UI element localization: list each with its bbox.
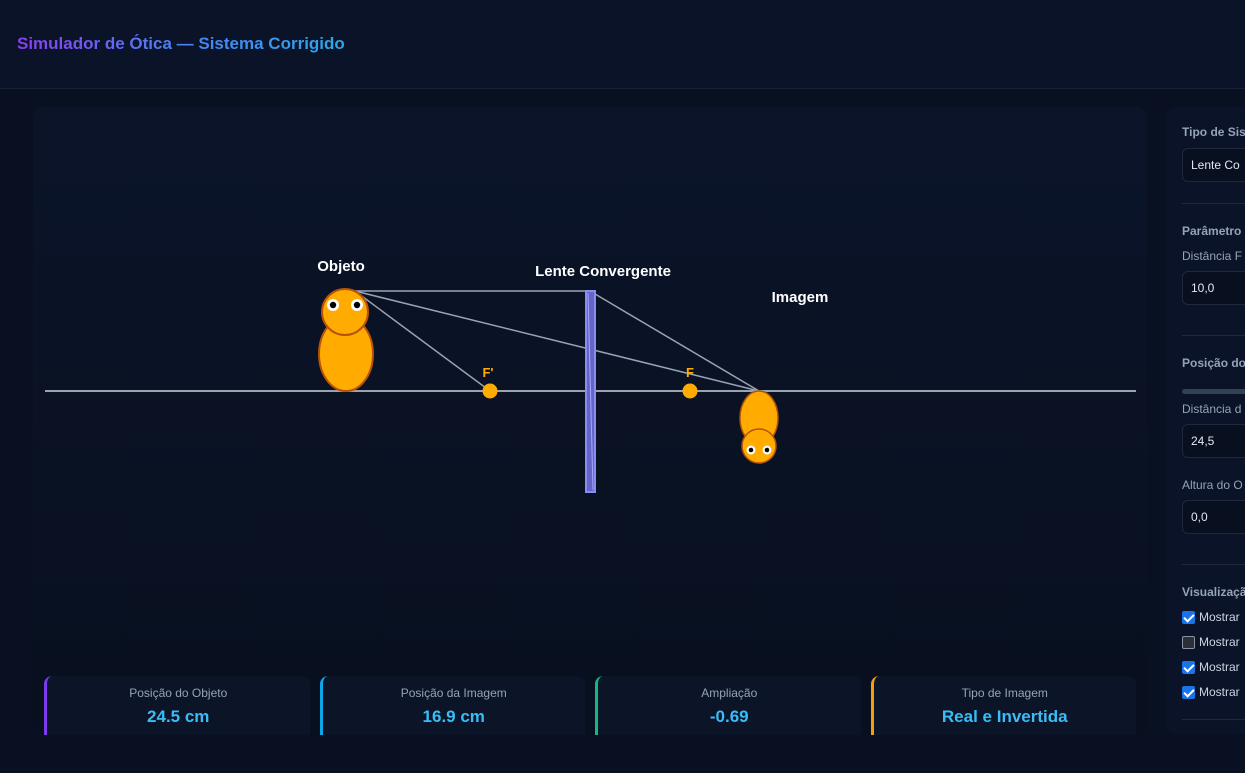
controls-panel: Tipo de Sis Lente Co Parâmetro Distância… [1166,107,1245,734]
image-pupil-right [764,447,770,453]
stat-label: Posição da Imagem [400,686,507,700]
object-pupil-left [329,301,337,309]
divider [1182,203,1245,204]
results-bar: Posição do Objeto 24.5 cm Posição da Ima… [44,676,1136,735]
app-title: Simulador de Ótica — Sistema Corrigido [17,34,345,53]
stat-value: -0.69 [709,707,749,726]
checkbox-unchecked[interactable] [1182,635,1195,649]
checkbox-label: Mostrar [1199,685,1240,699]
checkbox-row[interactable]: Mostrar [1182,659,1240,675]
image-label: Imagem [772,289,829,306]
system-type-heading: Tipo de Sis [1182,125,1245,139]
stat-value: 24.5 cm [147,707,210,726]
stat-image-type: Tipo de Imagem Real e Invertida [870,676,1136,735]
focal-distance-input[interactable]: 10,0 [1182,271,1245,305]
focal-left-label: F' [482,365,493,380]
stat-object-position: Posição do Objeto 24.5 cm [44,676,310,735]
simulation-canvas[interactable]: F' F Objeto Lente Convergente Imagem Pos… [33,107,1147,735]
visualization-heading: Visualizaçã [1182,585,1245,599]
object-figure [318,288,374,392]
stat-label: Ampliação [701,686,758,700]
focal-distance-label: Distância F [1182,249,1243,263]
ray-center [354,290,760,392]
object-height-label: Altura do O [1182,478,1243,492]
image-figure [739,390,779,464]
image-head [741,428,777,464]
object-head [321,288,369,336]
app-header: Simulador de Ótica — Sistema Corrigido [0,0,1245,89]
checkbox-checked[interactable] [1182,610,1195,624]
focal-point-left [482,383,498,399]
stat-value: Real e Invertida [941,707,1068,726]
checkbox-row[interactable]: Mostrar [1182,609,1240,625]
divider [1182,719,1245,720]
stat-label: Tipo de Imagem [961,686,1048,700]
optics-stage: F' F Objeto Lente Convergente Imagem [45,258,1136,493]
object-height-input[interactable]: 0,0 [1182,500,1245,534]
focal-point-right [682,383,698,399]
focal-right-label: F [686,365,694,380]
object-position-slider[interactable] [1182,389,1245,394]
checkbox-label: Mostrar [1199,635,1240,649]
stat-magnification: Ampliação -0.69 [595,676,861,735]
checkbox-checked[interactable] [1182,660,1195,674]
ray-refracted [589,290,760,392]
object-pupil-right [353,301,361,309]
object-label: Objeto [317,258,365,275]
divider [1182,564,1245,565]
lens-label: Lente Convergente [535,263,671,280]
ray-focal [354,290,491,392]
checkbox-label: Mostrar [1199,610,1240,624]
stat-label: Posição do Objeto [129,686,228,700]
divider [1182,335,1245,336]
checkbox-checked[interactable] [1182,685,1195,699]
checkbox-label: Mostrar [1199,660,1240,674]
checkbox-row[interactable]: Mostrar [1182,684,1240,700]
position-heading: Posição do [1182,356,1245,370]
system-type-select[interactable]: Lente Co [1182,148,1245,182]
stat-image-position: Posição da Imagem 16.9 cm [319,676,585,735]
object-distance-input[interactable]: 24,5 [1182,424,1245,458]
stat-value: 16.9 cm [422,707,485,726]
params-heading: Parâmetro [1182,224,1242,238]
image-pupil-left [748,447,754,453]
object-distance-label: Distância d [1182,402,1242,416]
checkbox-row[interactable]: Mostrar [1182,634,1240,650]
